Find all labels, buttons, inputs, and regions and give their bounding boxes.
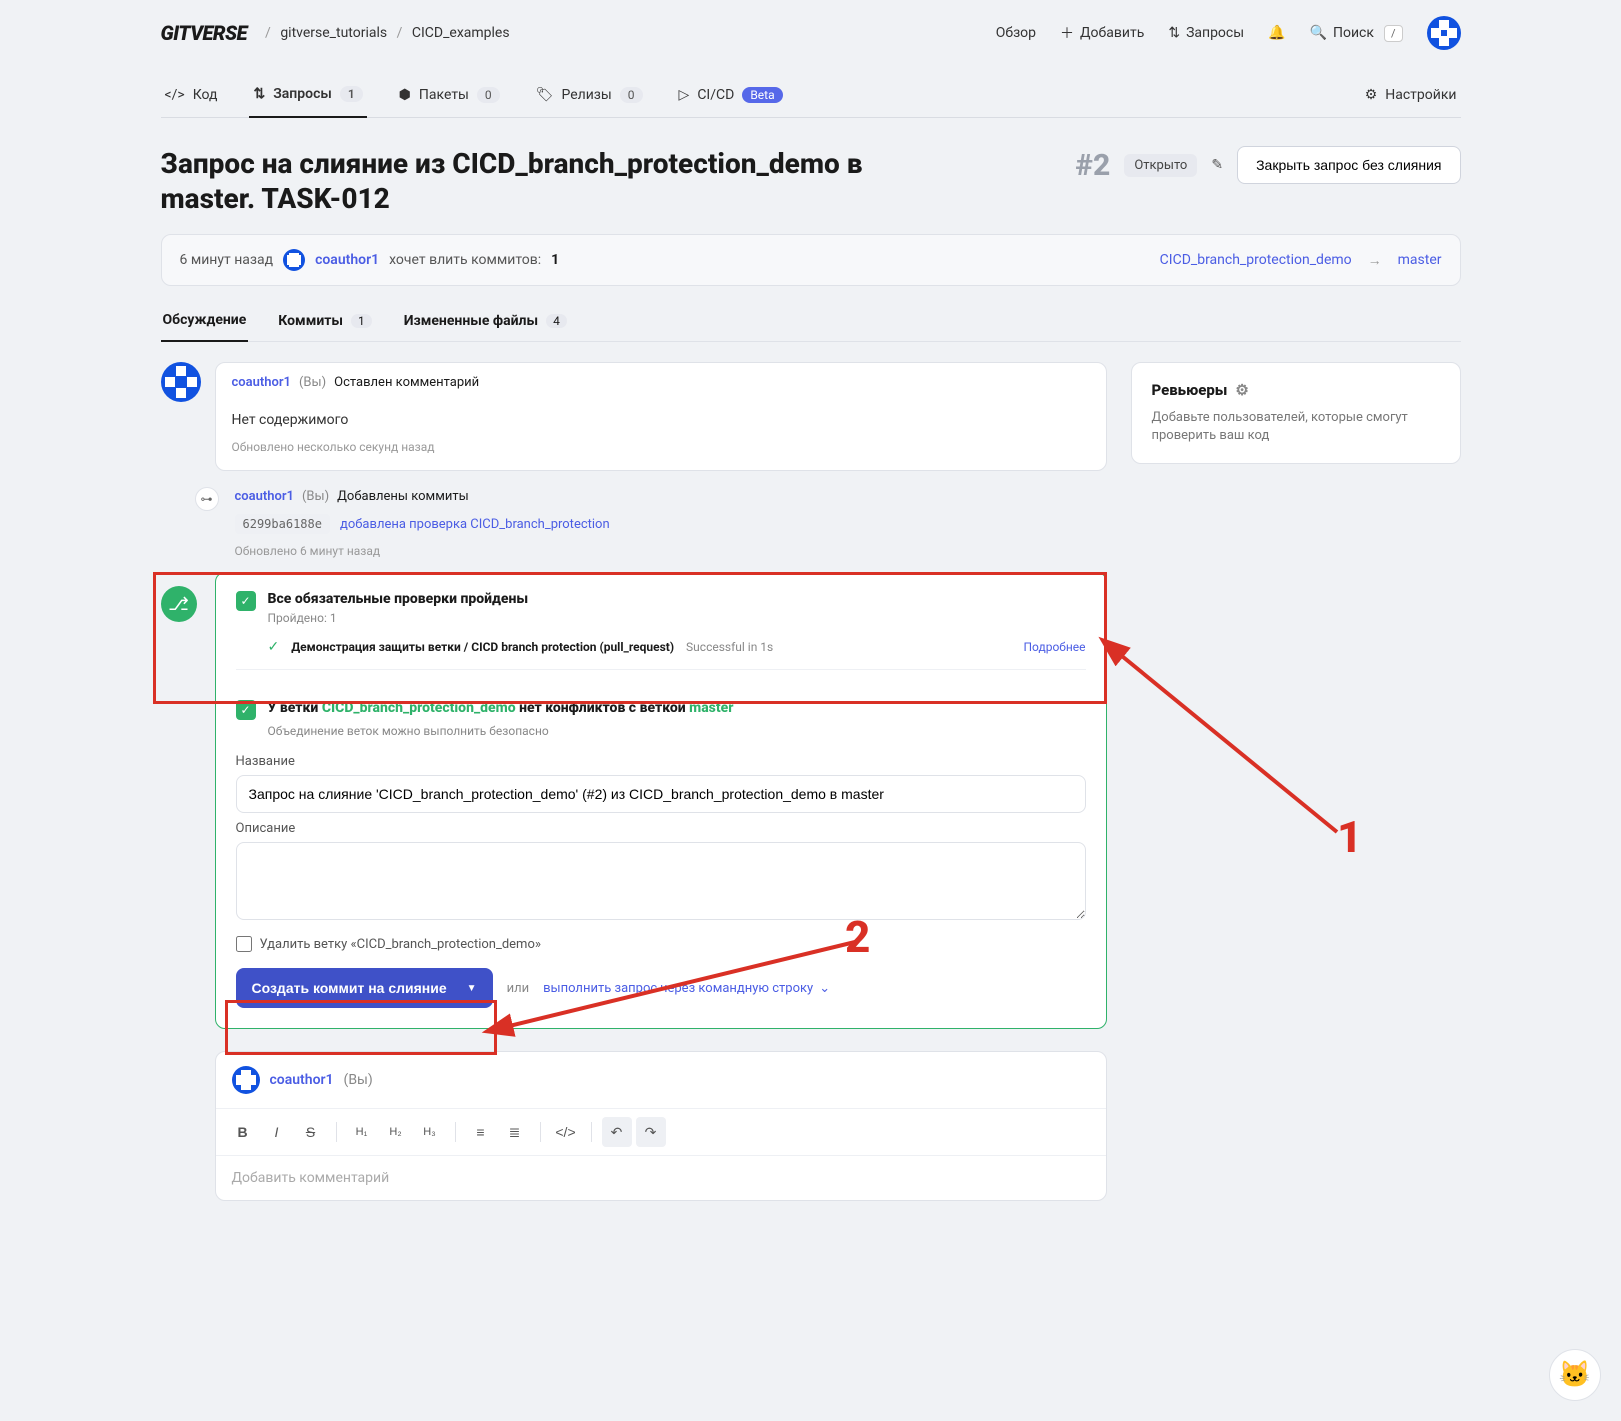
avatar[interactable]	[1427, 16, 1461, 50]
tab-requests[interactable]: ⇅Запросы1	[249, 76, 366, 118]
commit-message-link[interactable]: добавлена проверка CICD_branch_protectio…	[340, 517, 610, 532]
editor-author[interactable]: coauthor1	[270, 1072, 334, 1088]
tb-ul[interactable]: ≡	[466, 1117, 496, 1147]
summary-author[interactable]: coauthor1	[315, 252, 379, 268]
tb-strike[interactable]: S	[296, 1117, 326, 1147]
comment-updated: Обновлено несколько секунд назад	[232, 440, 1090, 454]
play-icon: ▷	[679, 87, 690, 103]
edit-icon[interactable]: ✎	[1211, 157, 1223, 173]
breadcrumb-org[interactable]: gitverse_tutorials	[280, 25, 387, 41]
code-icon: </>	[165, 87, 185, 103]
tab-packages[interactable]: ⬢Пакеты0	[395, 77, 504, 117]
checks-title: Все обязательные проверки пройдены	[268, 591, 529, 607]
merge-gutter-icon: ⎇	[161, 586, 197, 622]
commit-hash[interactable]: 6299ba6188e	[235, 514, 330, 534]
merge-desc-label: Описание	[236, 821, 1086, 836]
summary-time: 6 минут назад	[180, 252, 274, 268]
editor-placeholder[interactable]: Добавить комментарий	[232, 1170, 1090, 1186]
no-conflict-icon: ✓	[236, 700, 256, 720]
commit-author[interactable]: coauthor1	[235, 489, 294, 504]
assistant-fab[interactable]: 🐱	[1549, 1349, 1601, 1401]
chevron-down-icon: ⌄	[819, 981, 830, 996]
merge-icon: ⇅	[253, 86, 265, 102]
pr-status-badge: Открыто	[1124, 154, 1197, 177]
delete-branch-checkbox[interactable]	[236, 936, 252, 952]
breadcrumb: / gitverse_tutorials / CICD_examples	[259, 25, 510, 41]
editor-toolbar: B I S H₁ H₂ H₃ ≡ ≣ </> ↶ ↷	[216, 1108, 1106, 1156]
logo[interactable]: GITVERSE	[161, 21, 248, 45]
svg-text:1: 1	[1337, 811, 1362, 863]
merge-name-input[interactable]	[236, 775, 1086, 813]
tb-bold[interactable]: B	[228, 1117, 258, 1147]
check-passed-icon: ✓	[236, 591, 256, 611]
tab-settings[interactable]: ⚙Настройки	[1361, 77, 1461, 117]
conflict-branch-from: CICD_branch_protection_demo	[322, 700, 516, 716]
subtab-discussion[interactable]: Обсуждение	[161, 300, 249, 342]
tb-h2[interactable]: H₂	[381, 1117, 411, 1147]
tab-cicd[interactable]: ▷CI/CDBeta	[675, 77, 787, 117]
summary-avatar	[283, 249, 305, 271]
nav-notifications-icon[interactable]: 🔔	[1268, 25, 1285, 41]
check-tick-icon: ✓	[268, 639, 280, 655]
package-icon: ⬢	[399, 87, 411, 103]
summary-to-branch[interactable]: master	[1398, 252, 1442, 268]
settings-icon: ⚙	[1365, 87, 1378, 103]
comment-editor: coauthor1 (Вы) B I S H₁ H₂ H₃ ≡ ≣ </>	[215, 1051, 1107, 1201]
close-pr-button[interactable]: Закрыть запрос без слияния	[1237, 146, 1460, 184]
nav-requests[interactable]: ⇅ Запросы	[1168, 25, 1244, 41]
check-status: Successful in 1s	[686, 640, 773, 654]
tb-undo[interactable]: ↶	[602, 1117, 632, 1147]
summary-from-branch[interactable]: CICD_branch_protection_demo	[1160, 252, 1352, 268]
checks-subtitle: Пройдено: 1	[268, 611, 529, 625]
annotation-arrow-1: 1	[1107, 642, 1367, 862]
tb-italic[interactable]: I	[262, 1117, 292, 1147]
check-name: Демонстрация защиты ветки / CICD branch …	[291, 640, 674, 654]
caret-down-icon: ▼	[467, 983, 477, 994]
tb-h3[interactable]: H₃	[415, 1117, 445, 1147]
subtab-commits[interactable]: Коммиты1	[276, 300, 373, 341]
cli-merge-link[interactable]: выполнить запрос через командную строку …	[543, 981, 830, 996]
arrow-right-icon: →	[1368, 252, 1382, 269]
conflict-branch-to: master	[689, 700, 733, 716]
commit-updated: Обновлено 6 минут назад	[235, 544, 1107, 558]
tab-code[interactable]: </>Код	[161, 77, 222, 117]
comment-avatar	[161, 362, 201, 402]
nav-search[interactable]: 🔍 Поиск/	[1310, 25, 1403, 42]
create-merge-commit-button[interactable]: Создать коммит на слияние▼	[236, 968, 493, 1008]
reviewers-desc: Добавьте пользователей, которые смогут п…	[1152, 409, 1440, 445]
breadcrumb-repo[interactable]: CICD_examples	[412, 25, 510, 41]
comment-author[interactable]: coauthor1	[232, 375, 291, 390]
comment-card: coauthor1 (Вы) Оставлен комментарий Нет …	[215, 362, 1107, 471]
tag-icon: 🏷	[536, 87, 554, 103]
merge-desc-textarea[interactable]	[236, 842, 1086, 920]
commit-icon: ⊶	[195, 487, 219, 511]
editor-avatar	[232, 1066, 260, 1094]
tb-h1[interactable]: H₁	[347, 1117, 377, 1147]
comment-body: Нет содержимого	[232, 412, 1090, 428]
check-details-link[interactable]: Подробнее	[1024, 640, 1086, 654]
reviewers-panel: Ревьюеры ⚙ Добавьте пользователей, котор…	[1131, 362, 1461, 464]
gear-icon[interactable]: ⚙	[1235, 381, 1248, 399]
tab-releases[interactable]: 🏷Релизы0	[532, 77, 647, 117]
pr-title: Запрос на слияние из CICD_branch_protect…	[161, 146, 961, 216]
merge-name-label: Название	[236, 754, 1086, 769]
pr-summary: 6 минут назад coauthor1 хочет влить комм…	[161, 234, 1461, 286]
conflict-subtitle: Объединение веток можно выполнить безопа…	[268, 724, 1086, 738]
nav-overview[interactable]: Обзор	[996, 25, 1036, 41]
tb-code[interactable]: </>	[551, 1117, 581, 1147]
tb-ol[interactable]: ≣	[500, 1117, 530, 1147]
tb-redo[interactable]: ↷	[636, 1117, 666, 1147]
pr-number: #2	[1075, 148, 1110, 183]
nav-add[interactable]: ＋ Добавить	[1060, 23, 1144, 43]
subtab-files[interactable]: Измененные файлы4	[402, 300, 569, 341]
delete-branch-checkbox-label[interactable]: Удалить ветку «CICD_branch_protection_de…	[236, 936, 1086, 952]
